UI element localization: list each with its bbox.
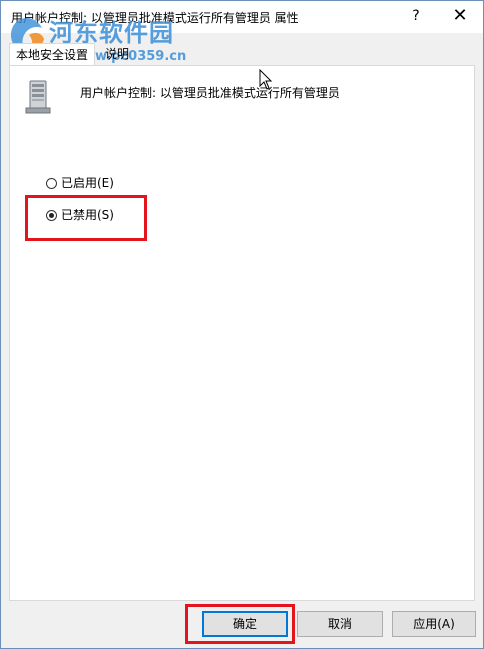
properties-dialog: 用户帐户控制: 以管理员批准模式运行所有管理员 属性 ? ✕ 河东软件园 www…	[0, 0, 484, 649]
disabled-option[interactable]: 已禁用(S)	[46, 206, 114, 224]
close-icon[interactable]: ✕	[449, 5, 471, 27]
disabled-label: 已禁用(S)	[61, 208, 114, 222]
window-title: 用户帐户控制: 以管理员批准模式运行所有管理员 属性	[11, 11, 299, 25]
tab-explain[interactable]: 说明	[99, 43, 135, 65]
ok-button[interactable]: 确定	[202, 611, 288, 637]
policy-name: 用户帐户控制: 以管理员批准模式运行所有管理员	[80, 86, 340, 100]
settings-panel: 用户帐户控制: 以管理员批准模式运行所有管理员 已启用(E) 已禁用(S)	[9, 65, 475, 601]
enabled-radio[interactable]	[46, 178, 57, 189]
disabled-radio[interactable]	[46, 210, 57, 221]
tab-local-security-setting[interactable]: 本地安全设置	[9, 43, 96, 66]
title-bar[interactable]: 用户帐户控制: 以管理员批准模式运行所有管理员 属性 ? ✕	[1, 1, 483, 33]
apply-button[interactable]: 应用(A)	[392, 611, 476, 637]
help-icon[interactable]: ?	[405, 5, 427, 27]
enabled-label: 已启用(E)	[61, 176, 114, 190]
cancel-button[interactable]: 取消	[297, 611, 383, 637]
server-icon	[25, 80, 51, 114]
enabled-option[interactable]: 已启用(E)	[46, 174, 114, 192]
